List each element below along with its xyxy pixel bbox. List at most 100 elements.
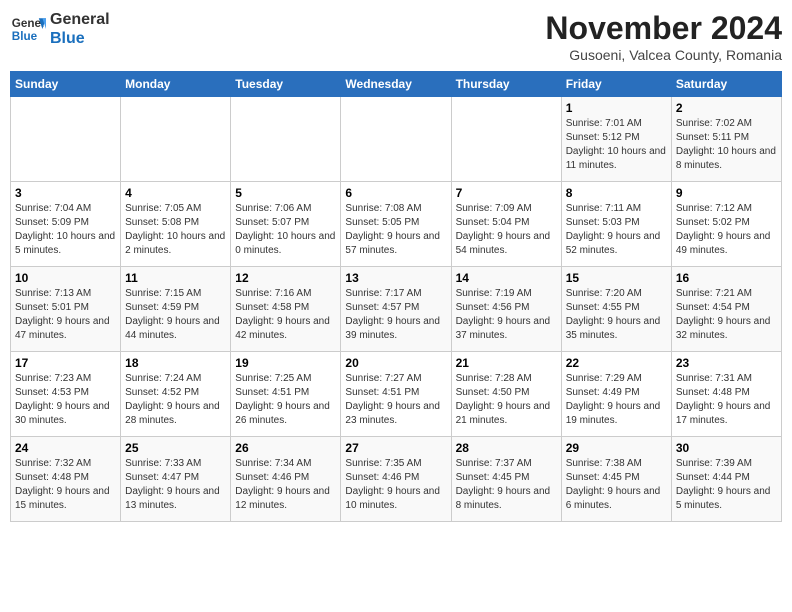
calendar-cell: 5Sunrise: 7:06 AMSunset: 5:07 PMDaylight… — [231, 182, 341, 267]
day-number: 11 — [125, 271, 226, 285]
day-number: 3 — [15, 186, 116, 200]
day-info: Sunrise: 7:16 AMSunset: 4:58 PMDaylight:… — [235, 287, 336, 343]
day-number: 22 — [566, 356, 667, 370]
day-number: 8 — [566, 186, 667, 200]
calendar-cell: 6 Sunrise: 7:08 AMSunset: 5:05 PMDaylight… — [341, 182, 451, 267]
day-number: 6 — [345, 186, 446, 200]
day-number: 17 — [15, 356, 116, 370]
day-number: 21 — [456, 356, 557, 370]
calendar-cell: 23 Sunrise: 7:31 AMSunset: 4:48 PMDayligh… — [671, 352, 781, 437]
logo-icon: General Blue — [10, 11, 46, 47]
calendar-cell — [451, 97, 561, 182]
day-info: Sunrise: 7:33 AMSunset: 4:47 PMDaylight:… — [125, 457, 226, 513]
calendar-cell: 4 Sunrise: 7:05 AMSunset: 5:08 PMDaylight… — [121, 182, 231, 267]
weekday-header: Friday — [561, 72, 671, 97]
calendar-week-row: 17 Sunrise: 7:23 AMSunset: 4:53 PMDayligh… — [11, 352, 782, 437]
logo-general-text: General — [50, 11, 110, 28]
day-info: Sunrise: 7:35 AMSunset: 4:46 PMDaylight:… — [345, 457, 446, 513]
day-number: 27 — [345, 441, 446, 455]
calendar-cell — [231, 97, 341, 182]
calendar-cell: 26 Sunrise: 7:34 AMSunset: 4:46 PMDayligh… — [231, 437, 341, 522]
day-number: 16 — [676, 271, 777, 285]
calendar-cell: 12 Sunrise: 7:16 AMSunset: 4:58 PMDayligh… — [231, 267, 341, 352]
logo: General Blue General Blue — [10, 10, 110, 48]
day-info: Sunrise: 7:09 AMSunset: 5:04 PMDaylight:… — [456, 202, 557, 258]
day-number: 13 — [345, 271, 446, 285]
day-number: 23 — [676, 356, 777, 370]
calendar-cell: 29 Sunrise: 7:38 AMSunset: 4:45 PMDayligh… — [561, 437, 671, 522]
day-number: 2 — [676, 101, 777, 115]
day-number: 28 — [456, 441, 557, 455]
day-number: 12 — [235, 271, 336, 285]
day-number: 14 — [456, 271, 557, 285]
calendar-cell — [121, 97, 231, 182]
day-number: 25 — [125, 441, 226, 455]
day-number: 4 — [125, 186, 226, 200]
day-info: Sunrise: 7:20 AMSunset: 4:55 PMDaylight:… — [566, 287, 667, 343]
calendar-cell: 11 Sunrise: 7:15 AMSunset: 4:59 PMDayligh… — [121, 267, 231, 352]
calendar-cell: 19 Sunrise: 7:25 AMSunset: 4:51 PMDayligh… — [231, 352, 341, 437]
day-info: Sunrise: 7:04 AMSunset: 5:09 PMDaylight:… — [15, 202, 116, 258]
day-info: Sunrise: 7:28 AMSunset: 4:50 PMDaylight:… — [456, 372, 557, 428]
day-number: 15 — [566, 271, 667, 285]
calendar-cell: 18Sunrise: 7:24 AMSunset: 4:52 PMDayligh… — [121, 352, 231, 437]
location-subtitle: Gusoeni, Valcea County, Romania — [545, 47, 782, 63]
title-block: November 2024 Gusoeni, Valcea County, Ro… — [545, 10, 782, 63]
weekday-header: Sunday — [11, 72, 121, 97]
day-info: Sunrise: 7:13 AMSunset: 5:01 PMDaylight:… — [15, 287, 116, 343]
day-info: Sunrise: 7:37 AMSunset: 4:45 PMDaylight:… — [456, 457, 557, 513]
day-info: Sunrise: 7:15 AMSunset: 4:59 PMDaylight:… — [125, 287, 226, 343]
day-info: Sunrise: 7:32 AMSunset: 4:48 PMDaylight:… — [15, 457, 116, 513]
day-info: Sunrise: 7:38 AMSunset: 4:45 PMDaylight:… — [566, 457, 667, 513]
day-info: Sunrise: 7:21 AMSunset: 4:54 PMDaylight:… — [676, 287, 777, 343]
day-info: Sunrise: 7:05 AMSunset: 5:08 PMDaylight:… — [125, 202, 226, 258]
svg-text:Blue: Blue — [12, 30, 38, 43]
day-number: 26 — [235, 441, 336, 455]
day-info: Sunrise: 7:23 AMSunset: 4:53 PMDaylight:… — [15, 372, 116, 428]
calendar-cell: 13 Sunrise: 7:17 AMSunset: 4:57 PMDayligh… — [341, 267, 451, 352]
calendar-cell: 16 Sunrise: 7:21 AMSunset: 4:54 PMDayligh… — [671, 267, 781, 352]
day-number: 29 — [566, 441, 667, 455]
day-number: 5 — [235, 186, 336, 200]
calendar-cell: 3 Sunrise: 7:04 AMSunset: 5:09 PMDaylight… — [11, 182, 121, 267]
day-number: 30 — [676, 441, 777, 455]
calendar-cell: 25 Sunrise: 7:33 AMSunset: 4:47 PMDayligh… — [121, 437, 231, 522]
calendar-cell: 28 Sunrise: 7:37 AMSunset: 4:45 PMDayligh… — [451, 437, 561, 522]
day-info: Sunrise: 7:34 AMSunset: 4:46 PMDaylight:… — [235, 457, 336, 513]
calendar-cell: 8Sunrise: 7:11 AMSunset: 5:03 PMDaylight… — [561, 182, 671, 267]
calendar-week-row: 24 Sunrise: 7:32 AMSunset: 4:48 PMDayligh… — [11, 437, 782, 522]
weekday-header: Thursday — [451, 72, 561, 97]
calendar-cell — [11, 97, 121, 182]
day-info: Sunrise: 7:12 AMSunset: 5:02 PMDaylight:… — [676, 202, 777, 258]
day-info: Sunrise: 7:29 AMSunset: 4:49 PMDaylight:… — [566, 372, 667, 428]
header: General Blue General Blue November 2024 … — [10, 10, 782, 63]
day-number: 1 — [566, 101, 667, 115]
day-number: 24 — [15, 441, 116, 455]
day-info: Sunrise: 7:17 AMSunset: 4:57 PMDaylight:… — [345, 287, 446, 343]
calendar-table: SundayMondayTuesdayWednesdayThursdayFrid… — [10, 71, 782, 522]
day-number: 18 — [125, 356, 226, 370]
day-info: Sunrise: 7:31 AMSunset: 4:48 PMDaylight:… — [676, 372, 777, 428]
calendar-cell: 22 Sunrise: 7:29 AMSunset: 4:49 PMDayligh… — [561, 352, 671, 437]
calendar-cell: 17 Sunrise: 7:23 AMSunset: 4:53 PMDayligh… — [11, 352, 121, 437]
calendar-cell — [341, 97, 451, 182]
day-info: Sunrise: 7:01 AMSunset: 5:12 PMDaylight:… — [566, 117, 667, 173]
calendar-cell: 24 Sunrise: 7:32 AMSunset: 4:48 PMDayligh… — [11, 437, 121, 522]
weekday-header: Tuesday — [231, 72, 341, 97]
day-info: Sunrise: 7:08 AMSunset: 5:05 PMDaylight:… — [345, 202, 446, 258]
day-number: 7 — [456, 186, 557, 200]
calendar-week-row: 3 Sunrise: 7:04 AMSunset: 5:09 PMDaylight… — [11, 182, 782, 267]
day-number: 20 — [345, 356, 446, 370]
logo-blue-text: Blue — [50, 30, 85, 47]
day-info: Sunrise: 7:25 AMSunset: 4:51 PMDaylight:… — [235, 372, 336, 428]
day-number: 19 — [235, 356, 336, 370]
calendar-cell: 9 Sunrise: 7:12 AMSunset: 5:02 PMDaylight… — [671, 182, 781, 267]
calendar-cell: 15 Sunrise: 7:20 AMSunset: 4:55 PMDayligh… — [561, 267, 671, 352]
calendar-cell: 30 Sunrise: 7:39 AMSunset: 4:44 PMDayligh… — [671, 437, 781, 522]
day-info: Sunrise: 7:39 AMSunset: 4:44 PMDaylight:… — [676, 457, 777, 513]
day-number: 9 — [676, 186, 777, 200]
calendar-week-row: 10Sunrise: 7:13 AMSunset: 5:01 PMDayligh… — [11, 267, 782, 352]
weekday-header: Saturday — [671, 72, 781, 97]
weekday-header: Monday — [121, 72, 231, 97]
weekday-header: Wednesday — [341, 72, 451, 97]
